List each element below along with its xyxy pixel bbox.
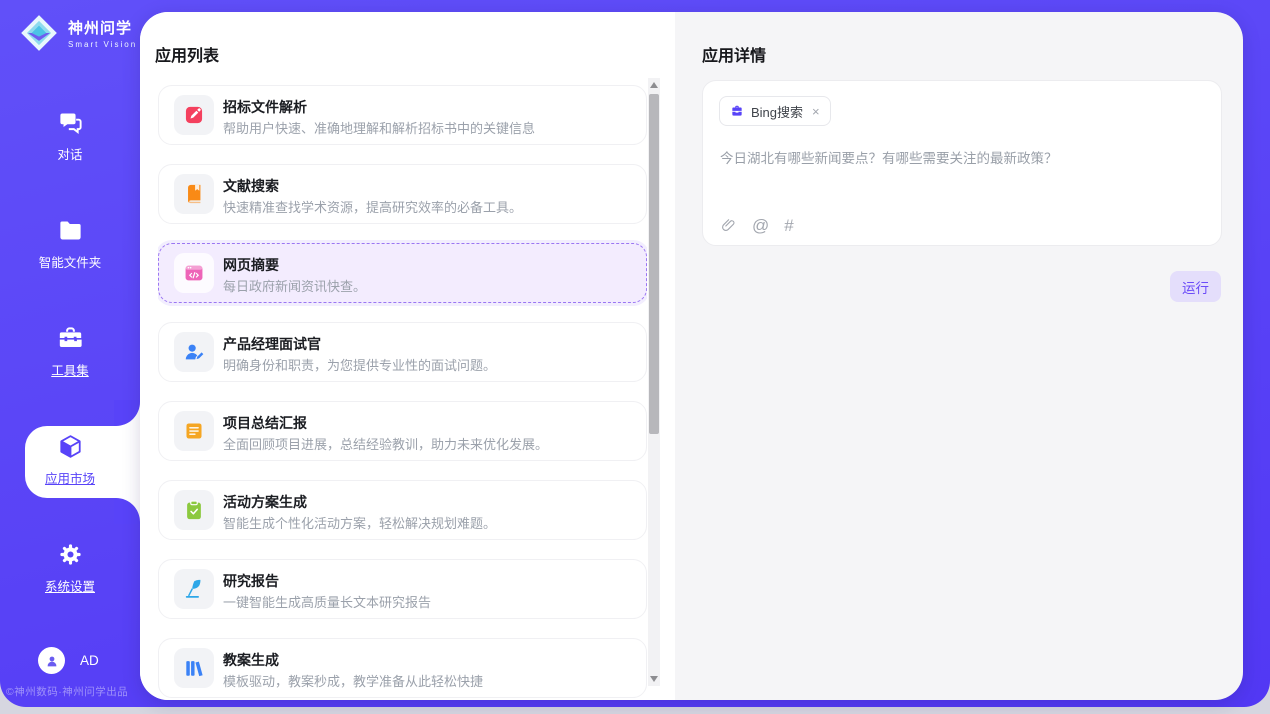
app-card-icon-tile [174,648,214,688]
sidebar-item-label: 系统设置 [45,576,95,595]
chat-icon [57,109,84,136]
prompt-card[interactable]: Bing搜索 × 今日湖北有哪些新闻要点？有哪些需要关注的最新政策？ @ # [702,80,1222,246]
app-card-icon-tile [174,253,214,293]
app-card-icon-tile [174,95,214,135]
run-button[interactable]: 运行 [1170,271,1221,302]
sidebar-item-label: 应用市场 [45,468,95,487]
gear-icon [57,541,84,568]
content-area: 应用列表 招标文件解析帮助用户快速、准确地理解和解析招标书中的关键信息文献搜索快… [140,12,1243,700]
app-card[interactable]: 产品经理面试官明确身份和职责，为您提供专业性的面试问题。 [158,322,647,382]
paperclip-icon[interactable] [720,217,737,234]
app-card-title: 产品经理面试官 [223,334,321,354]
bubble-notch-top [114,400,140,426]
app-card-title: 研究报告 [223,571,279,591]
app-window: 神州问学 Smart Vision 对话智能文件夹工具集应用市场系统设置 AD … [0,0,1270,707]
app-card-title: 文献搜索 [223,176,279,196]
briefcase-icon [730,104,744,118]
folder-icon [57,217,84,244]
sidebar-item-settings[interactable]: 系统设置 [0,514,140,622]
app-card-title: 活动方案生成 [223,492,307,512]
brand-tagline: Smart Vision [68,40,137,49]
user-initials: AD [80,653,99,668]
toolbox-icon [57,325,84,352]
detail-panel-title: 应用详情 [702,42,766,66]
avatar[interactable] [38,647,65,674]
app-card-desc: 模板驱动，教案秒成，教学准备从此轻松快捷 [223,671,483,690]
scroll-down-arrow-icon[interactable] [650,676,658,682]
app-card-title: 项目总结汇报 [223,413,307,433]
app-card-icon-tile [174,569,214,609]
sidebar-item-label: 对话 [57,144,82,163]
app-card[interactable]: 研究报告一键智能生成高质量长文本研究报告 [158,559,647,619]
prompt-text[interactable]: 今日湖北有哪些新闻要点？有哪些需要关注的最新政策？ [720,147,1058,167]
hash-icon[interactable]: # [784,217,793,234]
app-card[interactable]: 招标文件解析帮助用户快速、准确地理解和解析招标书中的关键信息 [158,85,647,145]
brand-name: 神州问学 [68,17,137,38]
app-card-desc: 全面回顾项目进展，总结经验教训，助力未来优化发展。 [223,434,548,453]
brand: 神州问学 Smart Vision [18,12,137,54]
tool-chip-label: Bing搜索 [751,102,803,121]
sidebar-item-label: 智能文件夹 [39,252,102,271]
app-card-icon-tile [174,332,214,372]
app-card-title: 招标文件解析 [223,97,307,117]
app-card-desc: 帮助用户快速、准确地理解和解析招标书中的关键信息 [223,118,535,137]
app-card-desc: 智能生成个性化活动方案，轻松解决规划难题。 [223,513,496,532]
app-card-desc: 一键智能生成高质量长文本研究报告 [223,592,431,611]
app-list: 招标文件解析帮助用户快速、准确地理解和解析招标书中的关键信息文献搜索快速精准查找… [158,85,647,700]
list-panel-title: 应用列表 [155,42,219,66]
sidebar-item-folders[interactable]: 智能文件夹 [0,190,140,298]
app-card[interactable]: 教案生成模板驱动，教案秒成，教学准备从此轻松快捷 [158,638,647,698]
app-card-title: 网页摘要 [223,255,279,275]
app-card-desc: 明确身份和职责，为您提供专业性的面试问题。 [223,355,496,374]
sidebar-item-label: 工具集 [51,360,89,379]
list-scrollbar[interactable] [648,78,660,686]
app-card-icon-tile [174,174,214,214]
person-icon [44,653,60,669]
sidebar-item-toolkit[interactable]: 工具集 [0,298,140,406]
sidebar-nav: 对话智能文件夹工具集应用市场系统设置 [0,82,140,622]
composer-toolbar: @ # [720,217,794,234]
cube-icon [57,433,84,460]
app-card-title: 教案生成 [223,650,279,670]
tool-chip[interactable]: Bing搜索 × [719,96,831,126]
app-card-icon-tile [174,411,214,451]
app-card-icon-tile [174,490,214,530]
at-icon[interactable]: @ [752,217,769,234]
scrollbar-thumb[interactable] [649,94,659,434]
user-row[interactable]: AD [38,647,99,674]
sidebar-item-chat[interactable]: 对话 [0,82,140,190]
chip-close-icon[interactable]: × [812,104,820,119]
app-card[interactable]: 活动方案生成智能生成个性化活动方案，轻松解决规划难题。 [158,480,647,540]
app-card-desc: 每日政府新闻资讯快查。 [223,276,366,295]
copyright: ©神州数码·神州问学出品 [0,684,156,699]
sidebar: 神州问学 Smart Vision 对话智能文件夹工具集应用市场系统设置 AD … [0,0,140,707]
app-card[interactable]: 文献搜索快速精准查找学术资源，提高研究效率的必备工具。 [158,164,647,224]
sidebar-item-market[interactable]: 应用市场 [0,406,140,514]
app-card-desc: 快速精准查找学术资源，提高研究效率的必备工具。 [223,197,522,216]
app-card[interactable]: 网页摘要每日政府新闻资讯快查。 [158,243,647,303]
brand-logo-icon [18,12,60,54]
scroll-up-arrow-icon[interactable] [650,82,658,88]
app-card[interactable]: 项目总结汇报全面回顾项目进展，总结经验教训，助力未来优化发展。 [158,401,647,461]
